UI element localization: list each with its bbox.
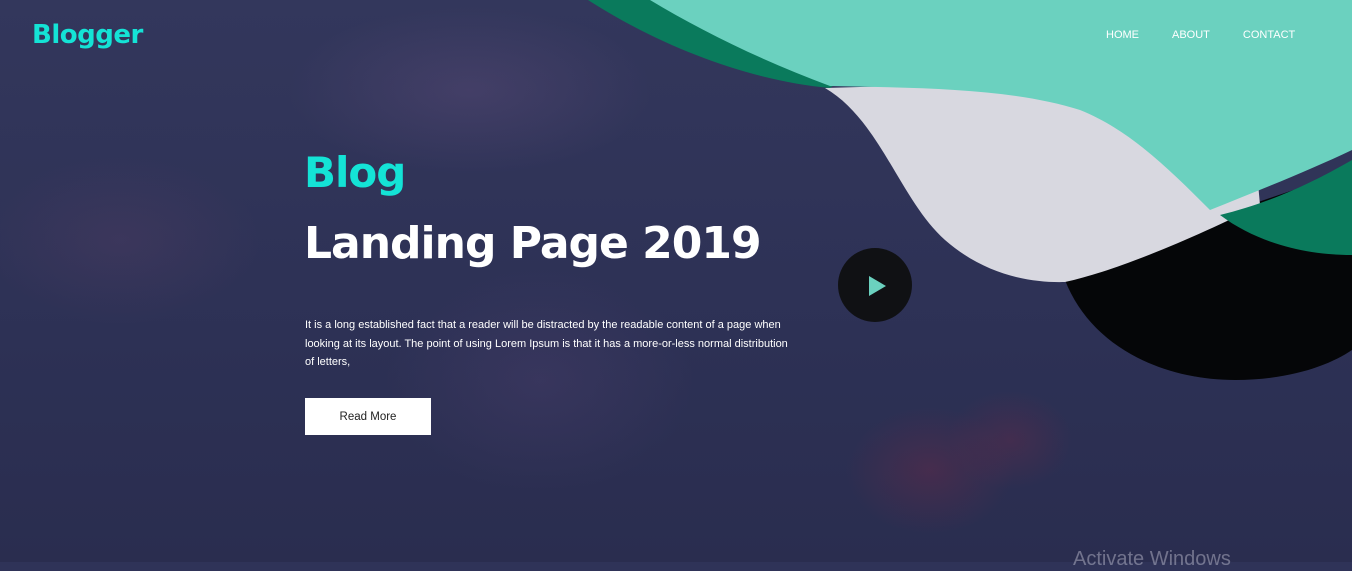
play-video-button[interactable] (838, 248, 912, 322)
main-nav: HOME ABOUT CONTACT (1106, 29, 1328, 41)
hero-headline: Landing Page 2019 (304, 218, 762, 269)
nav-home[interactable]: HOME (1106, 29, 1139, 41)
read-more-button[interactable]: Read More (305, 398, 431, 435)
nav-contact[interactable]: CONTACT (1243, 29, 1295, 41)
nav-about[interactable]: ABOUT (1172, 29, 1210, 41)
brand-logo[interactable]: Blogger (32, 20, 143, 50)
play-icon (869, 276, 886, 296)
hero-description: It is a long established fact that a rea… (305, 319, 788, 368)
windows-activation-watermark: Activate Windows (1073, 548, 1231, 570)
hero-kicker: Blog (304, 148, 406, 197)
decorative-wave-shapes (588, 0, 1352, 380)
